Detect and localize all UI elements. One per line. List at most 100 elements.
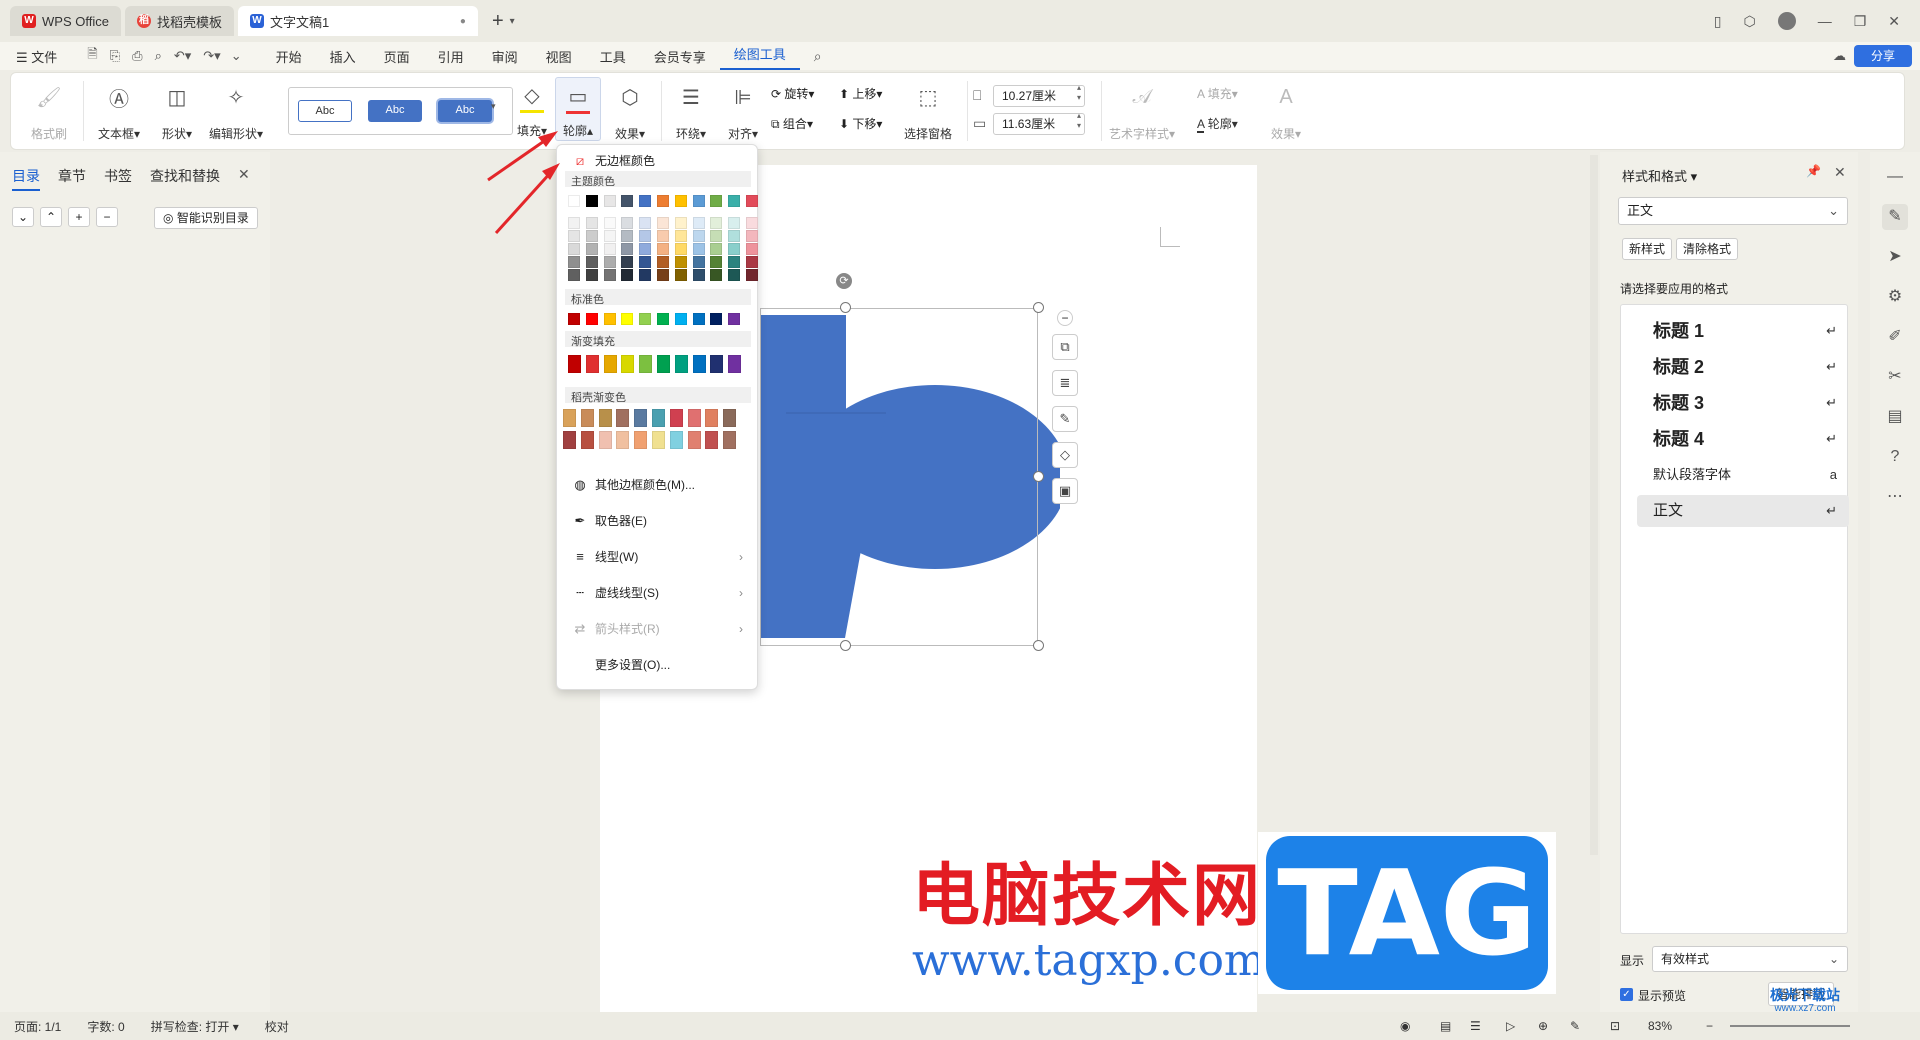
daoke-gradient-swatch[interactable] [598, 431, 612, 449]
gradient-color-swatch[interactable] [603, 355, 617, 373]
print-preview-icon[interactable]: ⌕ [155, 48, 162, 64]
word-count[interactable]: 字数: 0 [87, 1018, 124, 1035]
align-button[interactable]: ⊫ 对齐▾ [717, 81, 769, 142]
gradient-color-swatch[interactable] [692, 355, 706, 373]
daoke-gradient-swatch[interactable] [580, 431, 594, 449]
close-window-icon[interactable]: ✕ [1888, 13, 1900, 30]
art-text-style-button[interactable]: 𝒜 艺术字样式▾ [1107, 81, 1177, 142]
new-tab-plus-icon[interactable]: + [492, 10, 504, 33]
gradient-color-swatch[interactable] [657, 355, 670, 373]
theme-shade-swatch[interactable] [728, 217, 741, 229]
style-heading-2[interactable]: 标题 2 ↵ [1637, 351, 1849, 383]
theme-shade-swatch[interactable] [674, 230, 687, 242]
file-menu[interactable]: ☰ 文件 [0, 47, 71, 66]
theme-shade-swatch[interactable] [585, 256, 598, 268]
add-icon[interactable]: + [68, 207, 90, 227]
theme-shade-swatch[interactable] [639, 269, 652, 281]
style-gallery-more-icon[interactable]: ▾ [491, 101, 496, 112]
rotate-handle-icon[interactable]: ⟳ [836, 273, 852, 289]
proofread[interactable]: 校对 [265, 1018, 289, 1035]
page-count[interactable]: 页面: 1/1 [14, 1018, 61, 1035]
theme-color-swatch[interactable] [657, 195, 669, 207]
smart-toc-button[interactable]: ◎ 智能识别目录 [154, 207, 258, 229]
minus-icon[interactable]: — [1882, 164, 1908, 190]
width-stepper-icon[interactable]: ▴ ▾ [1077, 83, 1081, 103]
more-settings-item[interactable]: 更多设置(O)... [567, 651, 747, 679]
tab-list-chevron-icon[interactable]: ▾ [510, 16, 515, 27]
gradient-color-swatch[interactable] [728, 355, 742, 373]
avatar[interactable] [1777, 12, 1796, 30]
sliders-icon[interactable]: ⚙ [1882, 284, 1908, 310]
theme-shade-swatch[interactable] [674, 217, 687, 229]
selection-pane-button[interactable]: ⬚ 选择窗格 [897, 81, 959, 142]
theme-shade-swatch[interactable] [657, 230, 669, 242]
eye-icon[interactable]: ◉ [1400, 1019, 1410, 1033]
help-icon[interactable]: ? [1882, 444, 1908, 470]
bring-forward-button[interactable]: ⬆ 上移▾ [839, 85, 882, 102]
arrow-style-item[interactable]: ⇄ 箭头样式(R) › [567, 615, 747, 643]
minimize-icon[interactable]: — [1818, 13, 1832, 29]
theme-shade-swatch[interactable] [710, 256, 723, 268]
resize-handle-br[interactable] [1033, 640, 1044, 651]
standard-color-swatch[interactable] [657, 313, 669, 325]
daoke-gradient-swatch[interactable] [669, 409, 683, 427]
share-button[interactable]: 分享 [1854, 45, 1912, 67]
daoke-gradient-swatch[interactable] [563, 409, 576, 427]
tab-daoke-template[interactable]: 稻 找稻壳模板 [124, 6, 234, 36]
tab-wps-office[interactable]: W WPS Office [10, 6, 121, 36]
tab-chapter[interactable]: 章节 [58, 166, 86, 186]
theme-color-swatch[interactable] [674, 195, 687, 207]
standard-color-swatch[interactable] [568, 313, 580, 325]
daoke-gradient-swatch[interactable] [580, 409, 594, 427]
text-outline-button[interactable]: A 轮廓▾ [1197, 115, 1238, 133]
gradient-color-swatch[interactable] [674, 355, 688, 373]
show-select[interactable]: 有效样式 ⌄ [1652, 946, 1848, 972]
daoke-gradient-swatch[interactable] [687, 431, 701, 449]
standard-color-swatch[interactable] [728, 313, 741, 325]
daoke-gradient-swatch[interactable] [563, 431, 576, 449]
height-input[interactable]: 11.63厘米 [993, 113, 1085, 135]
theme-shade-swatch[interactable] [603, 256, 616, 268]
theme-shade-swatch[interactable] [657, 217, 669, 229]
theme-shade-swatch[interactable] [674, 256, 687, 268]
shape-button[interactable]: ◫ 形状▾ [147, 81, 207, 142]
daoke-gradient-swatch[interactable] [723, 431, 737, 449]
quick-export-icon[interactable]: ⎘ [110, 48, 120, 64]
zoom-out-icon[interactable]: − [1706, 1019, 1713, 1033]
theme-shade-swatch[interactable] [621, 230, 634, 242]
send-backward-button[interactable]: ⬇ 下移▾ [839, 115, 882, 132]
theme-shade-swatch[interactable] [692, 256, 705, 268]
standard-color-swatch[interactable] [621, 313, 634, 325]
current-style-select[interactable]: 正文 ⌄ [1618, 197, 1848, 225]
float-crop-icon[interactable]: ▣ [1052, 478, 1078, 504]
book-icon[interactable]: ▤ [1882, 404, 1908, 430]
menu-view[interactable]: 视图 [532, 47, 586, 66]
theme-shade-swatch[interactable] [639, 230, 652, 242]
theme-color-swatch[interactable] [728, 195, 741, 207]
theme-shade-swatch[interactable] [728, 243, 741, 255]
theme-shade-swatch[interactable] [728, 256, 741, 268]
style-body[interactable]: 正文 ↵ [1637, 495, 1849, 527]
theme-color-swatch[interactable] [746, 195, 758, 207]
theme-shade-swatch[interactable] [710, 230, 723, 242]
style-default-font[interactable]: 默认段落字体 a [1637, 459, 1849, 491]
theme-shade-swatch[interactable] [746, 230, 758, 242]
theme-shade-swatch[interactable] [746, 217, 758, 229]
theme-shade-swatch[interactable] [568, 269, 580, 281]
menu-page[interactable]: 页面 [370, 47, 424, 66]
theme-shade-swatch[interactable] [621, 243, 634, 255]
eyedropper-item[interactable]: ✒ 取色器(E) [567, 507, 747, 535]
theme-shade-swatch[interactable] [692, 217, 705, 229]
menu-review[interactable]: 审阅 [478, 47, 532, 66]
theme-shade-swatch[interactable] [639, 256, 652, 268]
daoke-gradient-swatch[interactable] [723, 409, 737, 427]
daoke-gradient-swatch[interactable] [598, 409, 612, 427]
daoke-gradient-swatch[interactable] [616, 409, 630, 427]
daoke-gradient-swatch[interactable] [652, 409, 665, 427]
more-border-colors-item[interactable]: ◍ 其他边框颜色(M)... [567, 471, 747, 499]
menu-start[interactable]: 开始 [262, 47, 316, 66]
menu-insert[interactable]: 插入 [316, 47, 370, 66]
daoke-gradient-swatch[interactable] [616, 431, 630, 449]
tab-find-replace[interactable]: 查找和替换 [150, 166, 220, 186]
style-pen-icon[interactable]: ✎ [1882, 204, 1908, 230]
